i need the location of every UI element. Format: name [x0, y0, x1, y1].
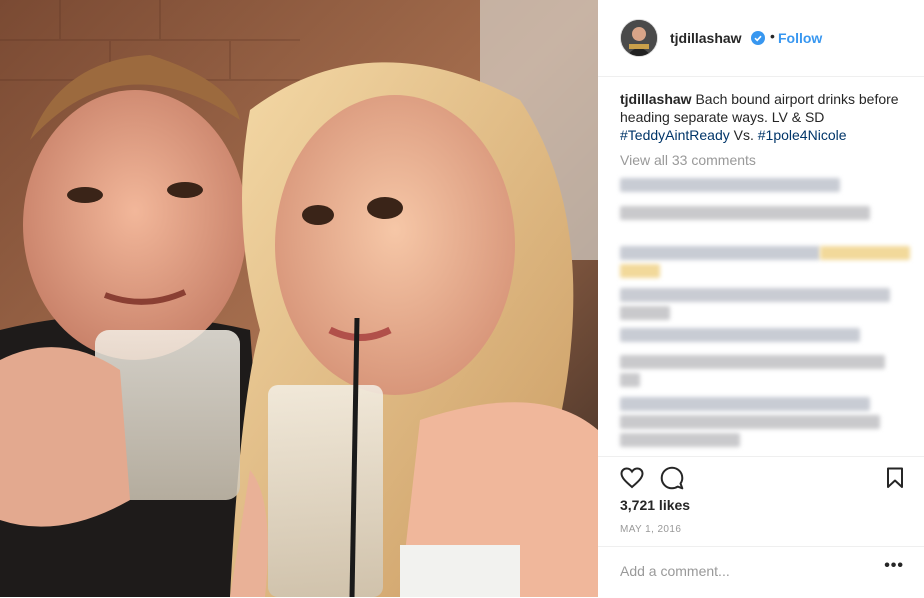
header-separator: •: [770, 28, 775, 44]
redacted-comment-line: [620, 206, 870, 220]
heart-icon[interactable]: [620, 467, 644, 489]
redacted-comment-line: [620, 306, 670, 320]
redacted-comment-line: [820, 246, 910, 260]
post-actions: [598, 456, 924, 490]
hashtag-teddyaintready[interactable]: #TeddyAintReady: [620, 127, 730, 143]
redacted-comment-line: [620, 288, 890, 302]
post-photo-image: [0, 0, 598, 597]
add-comment-bar: Add a comment... •••: [598, 546, 924, 598]
post-side-panel: tjdillashaw • Follow tjdillashaw Bach bo…: [598, 0, 924, 597]
post-date[interactable]: MAY 1, 2016: [620, 524, 681, 535]
likes-count[interactable]: 3,721 likes: [620, 497, 690, 513]
redacted-comment-line: [620, 397, 870, 411]
redacted-comment-line: [620, 264, 660, 278]
redacted-comment-line: [620, 246, 820, 260]
follow-button[interactable]: Follow: [778, 30, 822, 46]
redacted-comment-line: [620, 373, 640, 387]
redacted-comment-line: [620, 415, 880, 429]
redacted-comment-line: [620, 433, 740, 447]
hashtag-1pole4nicole[interactable]: #1pole4Nicole: [758, 127, 847, 143]
add-comment-input[interactable]: Add a comment...: [620, 563, 730, 579]
verified-badge-icon: [751, 31, 765, 45]
redacted-comment-line: [620, 178, 840, 192]
bookmark-icon[interactable]: [886, 467, 904, 489]
redacted-comment-line: [620, 328, 860, 342]
post-caption: tjdillashaw Bach bound airport drinks be…: [620, 90, 900, 144]
post-header: tjdillashaw • Follow: [598, 0, 924, 77]
avatar-image: [621, 20, 657, 56]
avatar[interactable]: [620, 19, 658, 57]
caption-username[interactable]: tjdillashaw: [620, 91, 692, 107]
comment-icon[interactable]: [660, 466, 684, 490]
view-all-comments-link[interactable]: View all 33 comments: [620, 152, 756, 168]
more-options-button[interactable]: •••: [884, 557, 904, 575]
caption-middle: Vs.: [729, 127, 758, 143]
header-username[interactable]: tjdillashaw: [670, 30, 742, 46]
redacted-comment-line: [620, 355, 885, 369]
post-photo[interactable]: [0, 0, 598, 597]
